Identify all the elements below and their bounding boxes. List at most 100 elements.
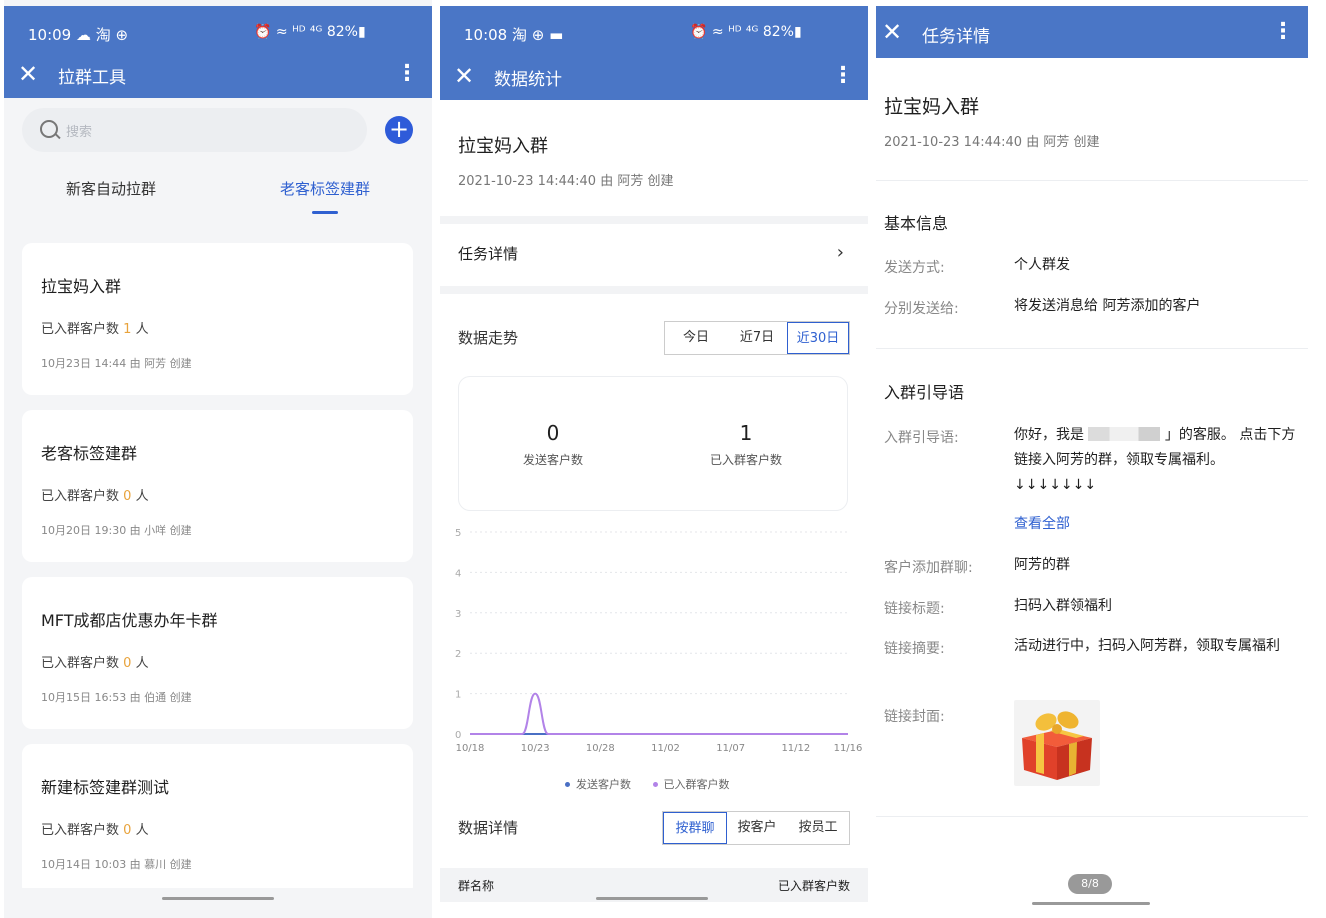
group-tool-screen: 10:09 ☁ 淘 ⊕ ⏰ ≈ ᴴᴰ ⁴ᴳ 82%▮ ✕ 拉群工具 ⋮ 搜索 +… <box>4 0 432 918</box>
customer-group-value: 阿芳的群 <box>1014 557 1070 573</box>
group-task-name: MFT成都店优惠办年卡群 <box>41 611 218 630</box>
bottom-bar <box>4 888 432 918</box>
status-icons: ⏰ ≈ ᴴᴰ ⁴ᴳ 82%▮ <box>254 24 366 40</box>
stats-box: 0 发送客户数 1 已入群客户数 <box>458 376 848 511</box>
range-selector: 今日 近7日 近30日 <box>664 321 850 355</box>
task-detail-row[interactable]: 任务详情 › <box>440 224 868 286</box>
more-icon[interactable]: ⋮ <box>832 62 854 90</box>
group-member-count: 已入群客户数 0 人 <box>41 823 149 838</box>
link-summary-value: 活动进行中，扫码入阿芳群，领取专属福利 <box>1014 638 1280 654</box>
tab-indicator <box>312 211 338 214</box>
group-task-name: 新建标签建群测试 <box>41 778 170 797</box>
status-bar: 10:09 ☁ 淘 ⊕ ⏰ ≈ ᴴᴰ ⁴ᴳ 82%▮ <box>4 6 432 56</box>
group-member-count: 已入群客户数 0 人 <box>41 656 149 671</box>
more-icon[interactable]: ⋮ <box>396 60 418 88</box>
trend-label: 数据走势 <box>458 329 519 347</box>
link-cover-label: 链接封面: <box>884 709 945 725</box>
series-line-1 <box>470 692 848 735</box>
view-all-link[interactable]: 查看全部 <box>1014 512 1296 537</box>
gift-cover-image[interactable] <box>1014 700 1100 786</box>
data-stats-screen: 10:08 淘 ⊕ ▬ ⏰ ≈ ᴴᴰ ⁴ᴳ 82%▮ ✕ 数据统计 ⋮ 拉宝妈入… <box>440 0 868 918</box>
range-7d[interactable]: 近7日 <box>727 322 787 354</box>
mode-by-group[interactable]: 按群聊 <box>663 812 727 844</box>
details-label: 数据详情 <box>458 819 519 837</box>
search-icon <box>40 120 58 138</box>
status-time: 10:09 ☁ 淘 ⊕ <box>28 26 129 44</box>
mode-by-staff[interactable]: 按员工 <box>787 812 849 844</box>
range-today[interactable]: 今日 <box>665 322 727 354</box>
group-task-meta: 10月14日 10:03 由 慕川 创建 <box>41 858 192 871</box>
close-icon[interactable]: ✕ <box>882 18 902 46</box>
group-task-name: 老客标签建群 <box>41 444 138 463</box>
group-member-count: 已入群客户数 1 人 <box>41 322 149 337</box>
y-tick-label: 3 <box>455 609 461 620</box>
list-item[interactable]: MFT成都店优惠办年卡群 已入群客户数 0 人 10月15日 16:53 由 伯… <box>22 577 413 729</box>
y-tick-label: 4 <box>455 568 461 579</box>
gift-icon <box>1022 711 1092 780</box>
home-indicator[interactable] <box>1032 902 1150 905</box>
divider <box>876 816 1308 817</box>
send-to-label: 分别发送给: <box>884 301 959 317</box>
list-item[interactable]: 拉宝妈入群 已入群客户数 1 人 10月23日 14:44 由 阿芳 创建 <box>22 243 413 395</box>
app-bar: ✕ 拉群工具 ⋮ <box>4 52 432 98</box>
page-title: 数据统计 <box>494 70 562 90</box>
search-input[interactable]: 搜索 <box>22 108 367 152</box>
guide-text: 你好，我是 」的客服。 点击下方链接入阿芳的群，领取专属福利。↓↓↓↓↓↓↓ <box>1014 427 1296 493</box>
add-button[interactable]: + <box>385 116 413 144</box>
send-method-label: 发送方式: <box>884 260 945 276</box>
customer-group-label: 客户添加群聊: <box>884 560 973 576</box>
y-tick-label: 0 <box>455 730 461 741</box>
guide-label: 入群引导语: <box>884 430 959 446</box>
col-group-name: 群名称 <box>458 879 495 893</box>
link-title-label: 链接标题: <box>884 601 945 617</box>
close-icon[interactable]: ✕ <box>18 60 38 88</box>
mode-by-customer[interactable]: 按客户 <box>727 812 787 844</box>
divider <box>876 348 1308 349</box>
home-indicator[interactable] <box>596 897 708 900</box>
chevron-right-icon: › <box>836 242 844 263</box>
page-title: 任务详情 <box>922 27 990 47</box>
divider <box>440 216 868 224</box>
divider <box>876 180 1308 181</box>
tab-bar: 新客自动拉群 老客标签建群 <box>4 160 432 216</box>
x-tick-label: 11/16 <box>834 743 863 754</box>
range-30d[interactable]: 近30日 <box>787 322 849 354</box>
group-member-count: 已入群客户数 0 人 <box>41 489 149 504</box>
legend-joined: 已入群客户数 <box>663 778 730 791</box>
send-method-value: 个人群发 <box>1014 257 1070 273</box>
tab-new-customer[interactable]: 新客自动拉群 <box>66 178 156 199</box>
task-meta: 2021-10-23 14:44:40 由 阿芳 创建 <box>884 135 1100 150</box>
status-bar: 10:08 淘 ⊕ ▬ ⏰ ≈ ᴴᴰ ⁴ᴳ 82%▮ <box>440 6 868 56</box>
home-indicator[interactable] <box>162 897 274 900</box>
basic-info-heading: 基本信息 <box>884 214 949 233</box>
stat-joined-label: 已入群客户数 <box>709 453 782 467</box>
task-detail-screen: ✕ 任务详情 ⋮ 拉宝妈入群 2021-10-23 14:44:40 由 阿芳 … <box>876 0 1308 918</box>
details-mode-selector: 按群聊 按客户 按员工 <box>662 811 850 845</box>
link-summary-label: 链接摘要: <box>884 641 945 657</box>
trend-chart: 0 1 2 3 4 5 10/18 10/23 10/28 11/02 11/07 11/12 11/1… <box>455 528 863 754</box>
x-tick-label: 10/23 <box>521 743 550 754</box>
task-meta: 2021-10-23 14:44:40 由 阿芳 创建 <box>458 174 674 189</box>
tab-old-customer[interactable]: 老客标签建群 <box>280 178 370 199</box>
x-tick-label: 11/12 <box>781 743 810 754</box>
legend-joined-marker <box>652 782 658 787</box>
app-bar: ✕ 任务详情 ⋮ <box>876 6 1308 58</box>
stat-sent-label: 发送客户数 <box>522 453 583 467</box>
list-item[interactable]: 新建标签建群测试 已入群客户数 0 人 10月14日 10:03 由 慕川 创建 <box>22 744 413 896</box>
app-bar: ✕ 数据统计 ⋮ <box>440 54 868 100</box>
more-icon[interactable]: ⋮ <box>1272 18 1294 46</box>
group-task-meta: 10月20日 19:30 由 小咩 创建 <box>41 524 192 537</box>
task-title: 拉宝妈入群 <box>884 96 980 118</box>
task-detail-label: 任务详情 <box>458 245 519 263</box>
search-placeholder: 搜索 <box>66 125 93 140</box>
group-task-name: 拉宝妈入群 <box>41 277 122 296</box>
legend-sent-marker <box>565 782 570 787</box>
chart-legend: 发送客户数 已入群客户数 <box>565 776 730 792</box>
task-title: 拉宝妈入群 <box>458 136 548 157</box>
list-item[interactable]: 老客标签建群 已入群客户数 0 人 10月20日 19:30 由 小咩 创建 <box>22 410 413 562</box>
legend-sent: 发送客户数 <box>576 778 631 791</box>
group-task-meta: 10月15日 16:53 由 伯通 创建 <box>41 691 192 704</box>
x-tick-label: 11/02 <box>651 743 680 754</box>
col-joined-count: 已入群客户数 <box>777 879 850 893</box>
close-icon[interactable]: ✕ <box>454 62 474 90</box>
